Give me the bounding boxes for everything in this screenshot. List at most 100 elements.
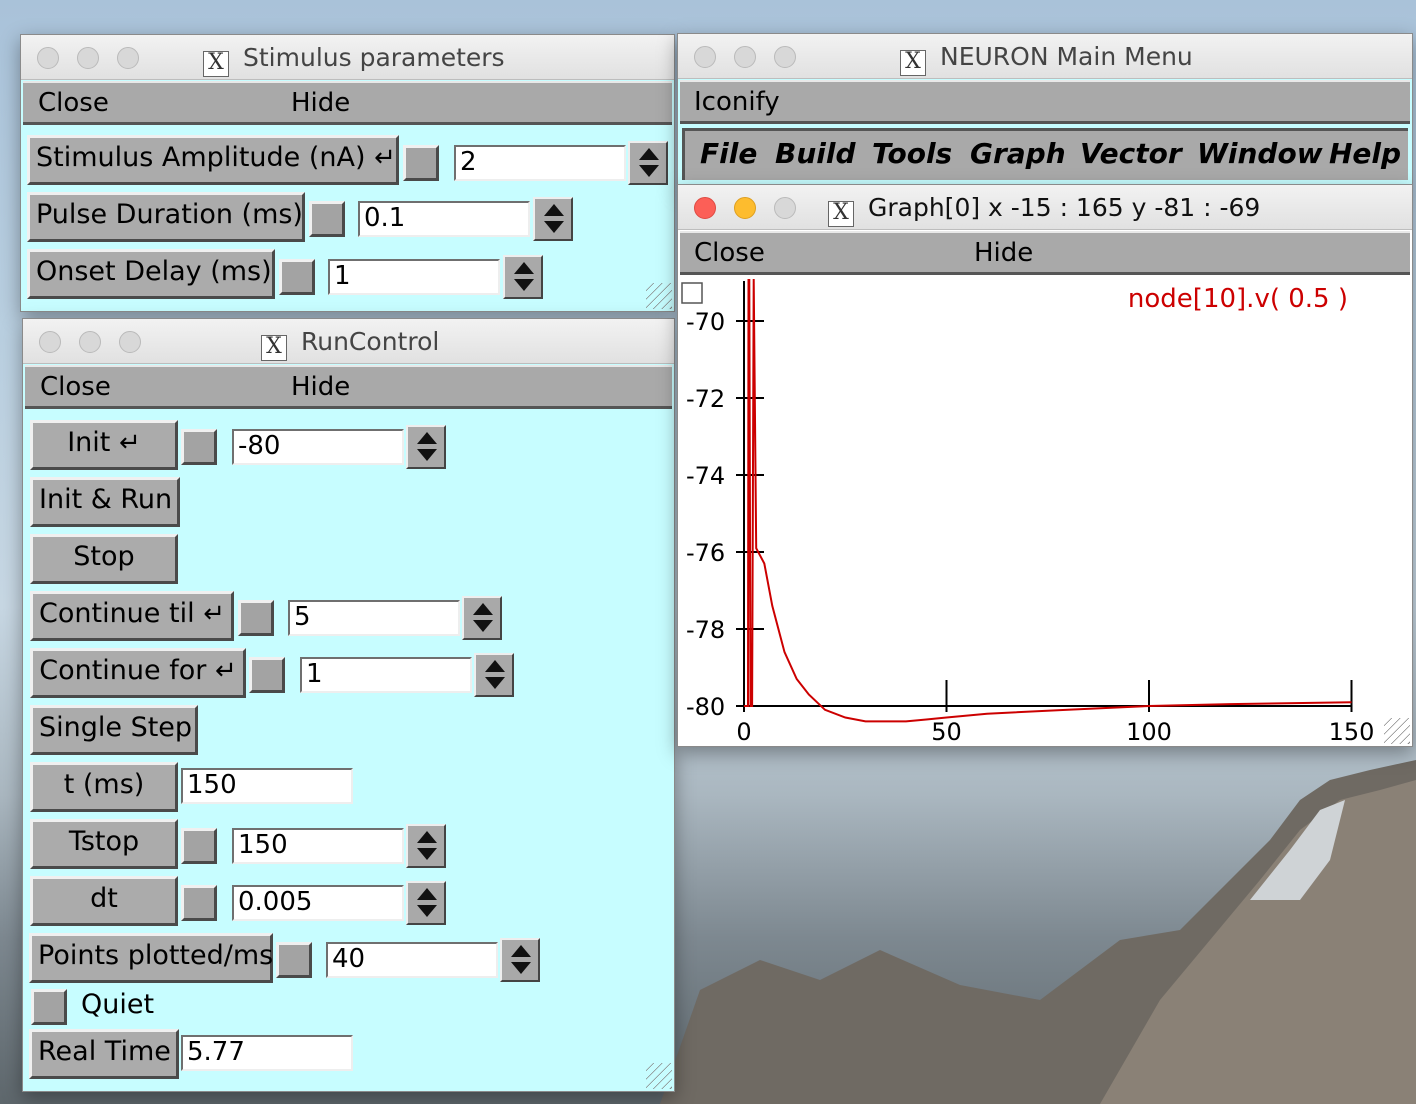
continue-for-field[interactable]: 1 (300, 657, 472, 693)
close-menu[interactable]: Close (40, 372, 111, 402)
continue-for-button[interactable]: Continue for ↵ (30, 648, 246, 698)
minimize-window-light[interactable] (79, 331, 101, 353)
onset-delay-button[interactable]: Onset Delay (ms) (27, 249, 275, 299)
init-field[interactable]: -80 (232, 429, 404, 465)
tstop-checkbox[interactable] (181, 828, 217, 864)
zoom-window-light[interactable] (117, 47, 139, 69)
close-menu[interactable]: Close (38, 88, 109, 118)
iconify-bar: Iconify (680, 80, 1410, 124)
y-tick-label: -72 (686, 385, 725, 413)
zoom-window-light[interactable] (774, 46, 796, 68)
close-window-light[interactable] (37, 47, 59, 69)
stimulus-amplitude-button[interactable]: Stimulus Amplitude (nA) ↵ (27, 135, 399, 185)
menu-bar: Close Hide (25, 365, 672, 409)
t-ms-button[interactable]: t (ms) (30, 762, 178, 812)
voltage-trace (744, 279, 1352, 723)
dt-field[interactable]: 0.005 (232, 885, 404, 921)
menu-window[interactable]: Window (1197, 137, 1323, 170)
points-plotted-spinner[interactable] (500, 938, 540, 982)
init-checkbox[interactable] (181, 429, 217, 465)
y-tick-label: -78 (686, 616, 725, 644)
menu-help[interactable]: Help (1329, 137, 1401, 170)
hide-menu[interactable]: Hide (291, 372, 350, 402)
plot-corner-box[interactable] (681, 282, 703, 304)
trace-legend: node[10].v( 0.5 ) (1128, 284, 1348, 314)
x-tick-label: 50 (931, 718, 962, 744)
close-menu[interactable]: Close (694, 238, 765, 268)
points-plotted-field[interactable]: 40 (326, 942, 498, 978)
menu-file[interactable]: File (700, 137, 757, 170)
minimize-window-light[interactable] (734, 197, 756, 219)
title-bar[interactable]: X Stimulus parameters (21, 35, 674, 80)
button-label: Onset Delay (ms) (36, 256, 272, 287)
iconify-menu[interactable]: Iconify (694, 87, 780, 117)
t-ms-field[interactable]: 150 (181, 768, 353, 804)
close-window-light[interactable] (39, 331, 61, 353)
minimize-window-light[interactable] (734, 46, 756, 68)
pulse-duration-spinner[interactable] (533, 197, 573, 241)
menu-vector[interactable]: Vector (1080, 137, 1182, 170)
zoom-window-light[interactable] (119, 331, 141, 353)
title-bar[interactable]: X RunControl (23, 319, 674, 364)
x11-icon: X (828, 201, 854, 227)
dt-button[interactable]: dt (30, 876, 178, 926)
window-title: RunControl (301, 327, 440, 356)
menu-graph[interactable]: Graph (970, 137, 1066, 170)
points-plotted-button[interactable]: Points plotted/ms (29, 933, 273, 983)
continue-til-field[interactable]: 5 (288, 600, 460, 636)
stimulus-amplitude-field[interactable]: 2 (454, 145, 626, 181)
x11-icon: X (203, 51, 229, 77)
x-tick-label: 100 (1126, 718, 1172, 744)
stimulus-amplitude-checkbox[interactable] (403, 145, 439, 181)
hide-menu[interactable]: Hide (291, 88, 350, 118)
tstop-spinner[interactable] (406, 824, 446, 868)
y-tick-label: -80 (686, 693, 725, 721)
pulse-duration-checkbox[interactable] (309, 201, 345, 237)
title-bar[interactable]: X NEURON Main Menu (678, 34, 1412, 79)
resize-grip[interactable] (646, 1063, 672, 1089)
init-and-run-button[interactable]: Init & Run (30, 477, 180, 527)
title-bar[interactable]: X Graph[0] x -15 : 165 y -81 : -69 (678, 185, 1412, 230)
minimize-window-light[interactable] (77, 47, 99, 69)
continue-til-button[interactable]: Continue til ↵ (30, 591, 234, 641)
init-button[interactable]: Init ↵ (30, 420, 178, 470)
onset-delay-spinner[interactable] (503, 255, 543, 299)
continue-til-spinner[interactable] (462, 596, 502, 640)
onset-delay-checkbox[interactable] (279, 259, 315, 295)
single-step-button[interactable]: Single Step (30, 705, 198, 755)
menu-tools[interactable]: Tools (872, 137, 952, 170)
menu-build[interactable]: Build (775, 137, 856, 170)
return-arrow-icon: ↵ (214, 656, 237, 686)
stimulus-parameters-window: X Stimulus parameters Close Hide Stimulus… (20, 34, 675, 312)
resize-grip[interactable] (1384, 718, 1410, 744)
continue-til-checkbox[interactable] (238, 600, 274, 636)
quiet-checkbox[interactable] (31, 989, 67, 1025)
dt-spinner[interactable] (406, 881, 446, 925)
tstop-button[interactable]: Tstop (30, 819, 178, 869)
stimulus-amplitude-spinner[interactable] (628, 141, 668, 185)
button-label: Continue til (39, 598, 195, 629)
tstop-field[interactable]: 150 (232, 828, 404, 864)
pulse-duration-button[interactable]: Pulse Duration (ms) (27, 192, 305, 242)
window-title: Stimulus parameters (243, 43, 505, 72)
stop-button[interactable]: Stop (30, 534, 178, 584)
onset-delay-field[interactable]: 1 (328, 259, 500, 295)
close-window-light[interactable] (694, 197, 716, 219)
continue-for-spinner[interactable] (474, 653, 514, 697)
close-window-light[interactable] (694, 46, 716, 68)
init-spinner[interactable] (406, 425, 446, 469)
x11-icon: X (900, 50, 926, 76)
hide-menu[interactable]: Hide (974, 238, 1033, 268)
voltage-plot[interactable]: node[10].v( 0.5 ) -70 -72 -74 -76 -78 -80 0 50 1… (678, 279, 1410, 744)
pulse-duration-field[interactable]: 0.1 (358, 201, 530, 237)
continue-for-checkbox[interactable] (249, 657, 285, 693)
points-plotted-checkbox[interactable] (276, 942, 312, 978)
dt-checkbox[interactable] (181, 885, 217, 921)
real-time-field: 5.77 (181, 1035, 353, 1071)
button-label: Init (67, 427, 111, 458)
window-title: NEURON Main Menu (940, 42, 1193, 71)
zoom-window-light[interactable] (774, 197, 796, 219)
real-time-button[interactable]: Real Time (29, 1029, 179, 1079)
resize-grip[interactable] (646, 283, 672, 309)
button-label: Stimulus Amplitude (nA) (36, 142, 366, 173)
